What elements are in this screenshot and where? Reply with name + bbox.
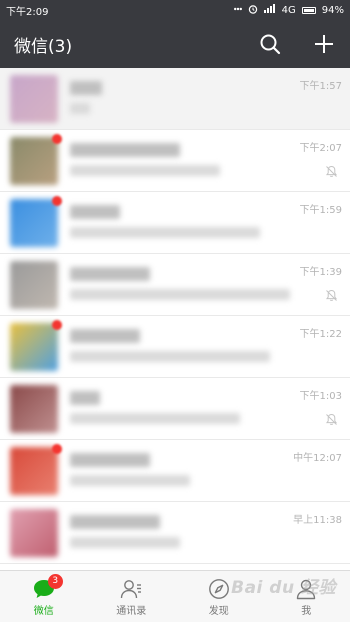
tab-discover-label: 发现 [208, 606, 229, 617]
chat-row[interactable]: 中午12:07 [0, 440, 350, 502]
avatar [10, 384, 58, 433]
chat-row[interactable]: 下午1:39 [0, 254, 350, 316]
search-icon [260, 34, 281, 55]
chat-name-redacted [70, 390, 100, 405]
tab-contacts-label: 通讯录 [116, 606, 147, 617]
chat-time: 下午1:57 [299, 80, 342, 92]
status-indicators: 4G 94% [233, 4, 344, 17]
chat-content: 下午1:03 [70, 385, 342, 433]
avatar [10, 508, 58, 557]
chat-row[interactable]: 下午1:57 [0, 68, 350, 130]
tab-discover[interactable]: 发现 [175, 571, 263, 622]
plus-icon [315, 35, 333, 53]
app-header: 微信(3) [0, 20, 350, 68]
search-button[interactable] [256, 30, 284, 58]
chat-preview-redacted [70, 474, 190, 486]
avatar-image [10, 74, 58, 123]
chat-preview-redacted [70, 350, 270, 362]
chat-preview-redacted [70, 412, 240, 424]
battery-level: 94% [321, 4, 344, 16]
avatar [10, 133, 62, 185]
chat-time: 中午12:07 [293, 452, 342, 464]
bottom-tab-bar: 3 微信 通讯录 发现 我 [0, 570, 350, 622]
avatar [10, 319, 62, 371]
avatar [10, 195, 62, 247]
person-icon [297, 579, 316, 600]
muted-bell-icon [325, 163, 338, 182]
chat-time: 下午1:22 [299, 328, 342, 340]
tab-me-label: 我 [301, 606, 312, 617]
unread-dot [52, 133, 62, 144]
alarm-icon [248, 4, 258, 17]
page-title: 微信(3) [14, 36, 73, 57]
chat-name-redacted [70, 266, 150, 281]
signal-icon [263, 4, 276, 16]
chat-name-redacted [70, 142, 180, 157]
avatar-image [10, 198, 58, 247]
chat-content: 下午1:22 [70, 323, 342, 371]
tab-contacts[interactable]: 通讯录 [88, 571, 176, 622]
avatar [10, 443, 62, 495]
unread-badge: 3 [47, 574, 63, 589]
chat-name-redacted [70, 328, 140, 343]
chat-name-redacted [70, 80, 102, 95]
status-bar: 下午2:09 4G 94% [0, 0, 350, 20]
avatar-image [10, 508, 58, 557]
chat-content: 早上11:38 [70, 509, 342, 557]
compass-icon [208, 579, 229, 599]
tab-me[interactable]: 我 [263, 571, 350, 622]
unread-dot [52, 195, 62, 206]
chat-name-redacted [70, 204, 120, 219]
chat-preview-redacted [70, 102, 90, 114]
chat-name-redacted [70, 514, 160, 529]
tab-chats[interactable]: 3 微信 [0, 571, 88, 622]
chat-preview-redacted [70, 536, 180, 548]
avatar [10, 74, 58, 123]
chat-row[interactable]: 早上11:38 [0, 502, 350, 564]
add-button[interactable] [310, 30, 338, 58]
chat-list: 下午1:57 下午2:07 下午1:59 下午1:39 下午1:22 下午1:03 中午12… [0, 68, 350, 570]
avatar-image [10, 384, 58, 433]
unread-dot [52, 443, 62, 454]
wechat-screen: 下午2:09 4G 94% 微信(3) 下午1:57 下午2:07 下午1:59 下午… [0, 0, 350, 622]
chat-time: 早上11:38 [293, 514, 342, 526]
muted-bell-icon [325, 411, 338, 430]
chat-time: 下午1:39 [299, 266, 342, 278]
chat-preview-redacted [70, 288, 290, 300]
network-type: 4G [281, 4, 296, 16]
chat-row[interactable]: 下午2:07 [0, 130, 350, 192]
chat-row[interactable]: 下午1:03 [0, 378, 350, 440]
chat-name-redacted [70, 452, 150, 467]
chat-row[interactable]: 下午1:22 [0, 316, 350, 378]
avatar-image [10, 260, 58, 309]
chat-time: 下午1:59 [299, 204, 342, 216]
contacts-icon [121, 580, 142, 599]
tab-chats-label: 微信 [33, 606, 54, 617]
chat-time: 下午1:03 [299, 390, 342, 402]
chat-content: 下午2:07 [70, 137, 342, 185]
avatar-image [10, 136, 58, 185]
chat-content: 下午1:39 [70, 261, 342, 309]
muted-bell-icon [325, 287, 338, 306]
chat-row[interactable]: 下午1:59 [0, 192, 350, 254]
chat-content: 下午1:59 [70, 199, 342, 247]
battery-icon [301, 6, 316, 14]
notification-icon [233, 5, 242, 16]
status-time: 下午2:09 [6, 6, 49, 18]
chat-content: 下午1:57 [70, 75, 342, 123]
unread-dot [52, 319, 62, 330]
chat-preview-redacted [70, 164, 220, 176]
avatar-image [10, 322, 58, 371]
avatar [10, 260, 58, 309]
chat-preview-redacted [70, 226, 260, 238]
chat-time: 下午2:07 [299, 142, 342, 154]
avatar-image [10, 446, 58, 495]
chat-content: 中午12:07 [70, 447, 342, 495]
